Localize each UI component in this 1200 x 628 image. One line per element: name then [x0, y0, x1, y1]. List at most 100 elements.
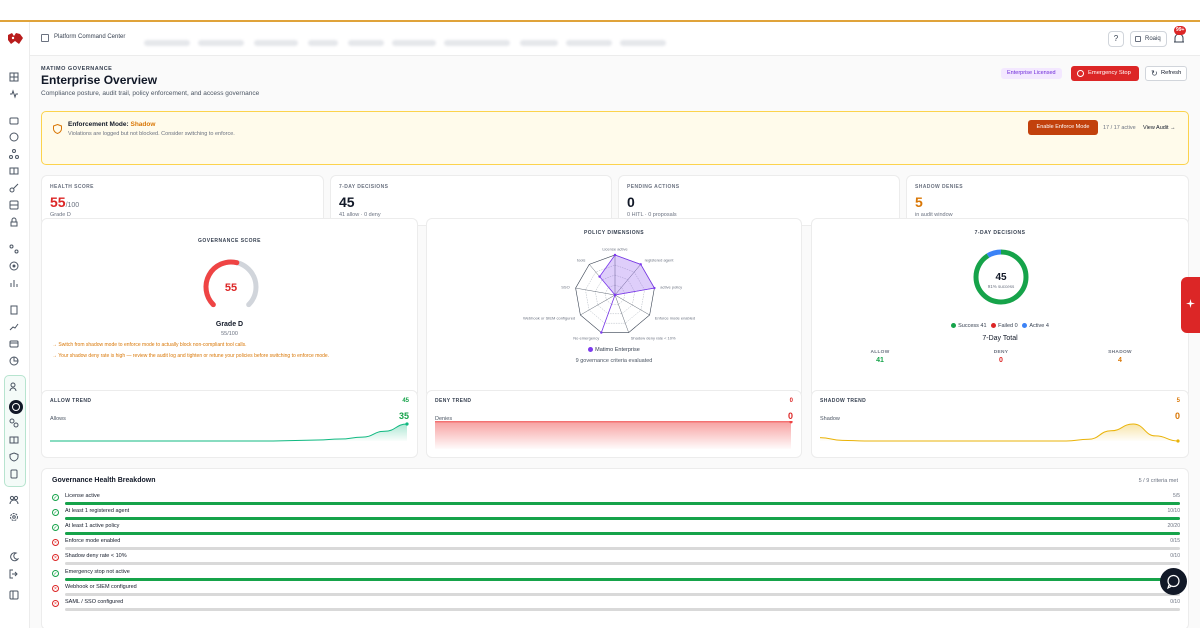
enable-enforce-button[interactable]: Enable Enforce Mode [1028, 120, 1098, 135]
line-chart-icon[interactable] [8, 322, 20, 334]
pie-icon[interactable] [8, 356, 20, 368]
criterion-name: Emergency stop not active [65, 568, 130, 575]
building-icon[interactable] [8, 305, 20, 317]
stat-label: HEALTH SCORE [50, 184, 94, 190]
target-icon[interactable] [8, 261, 20, 273]
logout-icon[interactable] [8, 569, 20, 581]
route-icon[interactable] [8, 244, 20, 256]
activity-icon[interactable] [8, 89, 20, 101]
trend-last-point [405, 422, 409, 426]
blurred-nav-item[interactable] [620, 40, 666, 46]
decisions-donut-card: 7-DAY DECISIONS 45 91% success Success 4… [811, 218, 1189, 398]
blurred-nav-item[interactable] [392, 40, 436, 46]
page-subtitle: Compliance posture, audit trail, policy … [41, 90, 260, 97]
policy-radar-chart: License active registered agent active pol… [523, 247, 695, 341]
users-icon[interactable] [8, 382, 20, 394]
criterion-score: 0/15 [1170, 538, 1180, 545]
app-shell: Platform Command Center ? Roaiq 99+ MATI… [0, 22, 1200, 628]
radar-axis-label: active policy [660, 285, 682, 290]
radar-axis [575, 287, 616, 296]
criterion-name: Webhook or SIEM configured [65, 583, 137, 590]
link-icon[interactable] [8, 418, 20, 430]
check-circle-icon: ✓ [52, 494, 59, 501]
radar-axis-label: Shadow deny rate < 10% [631, 336, 676, 341]
shield-sidebar-icon[interactable] [8, 132, 20, 144]
book-icon[interactable] [8, 166, 20, 178]
radar-axis [614, 294, 629, 333]
criterion-name: At least 1 registered agent [65, 508, 130, 515]
donut-subtext: 91% success [988, 284, 1015, 289]
sidebar [0, 22, 30, 628]
radar-axis-label: tools [577, 257, 585, 262]
credit-card-icon[interactable] [8, 339, 20, 351]
blurred-nav-item[interactable] [444, 40, 510, 46]
legend-success: Success 41 [958, 323, 987, 329]
blurred-nav-item[interactable] [144, 40, 190, 46]
legend-dot [588, 347, 594, 353]
chat-button[interactable] [1160, 568, 1187, 595]
breakdown-row: ✓ Emergency stop not active [52, 569, 1180, 584]
network-icon[interactable] [8, 149, 20, 161]
view-audit-link[interactable]: View Audit → [1143, 125, 1176, 131]
breakdown-row: ✓ License active 5/5 [52, 493, 1180, 508]
allow-value: 41 [876, 357, 884, 364]
criterion-progress-track [65, 532, 1180, 536]
stat-suffix: /100 [65, 202, 80, 209]
governance-score-card: GOVERNANCE SCORE 55 Grade D 55/100 → Swi… [41, 218, 418, 398]
ai-assistant-tab[interactable] [1181, 277, 1200, 333]
inbox-icon[interactable] [8, 115, 20, 127]
radar-axis-label: registered agent [645, 257, 675, 262]
criterion-score: 5/5 [1173, 493, 1180, 499]
policy-footer: 9 governance criteria evaluated [575, 358, 653, 364]
blurred-nav-item[interactable] [254, 40, 298, 46]
criterion-name: SAML / SSO configured [65, 598, 124, 605]
help-button[interactable]: ? [1108, 31, 1124, 47]
allow-label: ALLOW [870, 350, 890, 355]
check-circle-icon: ✓ [52, 509, 59, 517]
governance-gauge: 55 [203, 259, 259, 308]
shield-check-icon[interactable] [8, 452, 20, 464]
criterion-progress-track [65, 562, 1180, 566]
enforcement-title-prefix: Enforcement Mode: [68, 121, 131, 128]
radar-axis-label: SSO [561, 285, 569, 290]
blurred-nav-item[interactable] [520, 40, 558, 46]
brand-logo-icon[interactable] [7, 32, 24, 45]
lock-icon[interactable] [8, 217, 20, 229]
moon-icon[interactable] [8, 552, 20, 564]
emergency-stop-button[interactable]: Emergency Stop [1071, 66, 1139, 81]
page-title: Enterprise Overview [41, 73, 158, 87]
key-icon[interactable] [8, 183, 20, 195]
team-icon[interactable] [8, 495, 20, 507]
panel-toggle-icon[interactable] [8, 590, 20, 602]
trend-area [435, 421, 791, 449]
scroll-icon[interactable] [8, 469, 20, 481]
governance-active-icon[interactable] [9, 400, 23, 414]
refresh-button[interactable]: ↻ Refresh [1145, 66, 1187, 81]
criterion-progress-track [65, 547, 1180, 551]
docs-icon[interactable] [8, 435, 20, 447]
refresh-label: Refresh [1161, 70, 1182, 76]
trend-label: ALLOW TREND [50, 398, 92, 404]
check-circle-icon: ✓ [52, 569, 59, 577]
breakdown-met: 5 / 9 criteria met [1138, 478, 1178, 484]
enforcement-banner: Enforcement Mode: Shadow Violations are … [41, 111, 1189, 165]
blurred-nav-item[interactable] [308, 40, 338, 46]
database-icon[interactable] [8, 200, 20, 212]
deny-trend-card: DENY TREND 0 Denies 0 [426, 390, 802, 458]
user-menu-button[interactable]: Roaiq [1130, 31, 1167, 47]
blurred-nav-item[interactable] [198, 40, 244, 46]
stat-label: SHADOW DENIES [915, 184, 963, 190]
radar-point [653, 286, 656, 290]
criterion-progress-fill [65, 502, 1180, 505]
active-count: 17 / 17 active [1103, 125, 1136, 131]
radar-point [600, 331, 603, 334]
deny-value: 0 [999, 357, 1003, 364]
enforcement-mode: Shadow [130, 121, 156, 128]
settings-icon[interactable] [8, 512, 20, 524]
bar-chart-icon[interactable] [8, 278, 20, 290]
blurred-nav-item[interactable] [566, 40, 612, 46]
radar-point [598, 275, 601, 278]
grid-icon[interactable] [8, 72, 20, 84]
policy-title: POLICY DIMENSIONS [583, 230, 645, 236]
blurred-nav-item[interactable] [348, 40, 384, 46]
